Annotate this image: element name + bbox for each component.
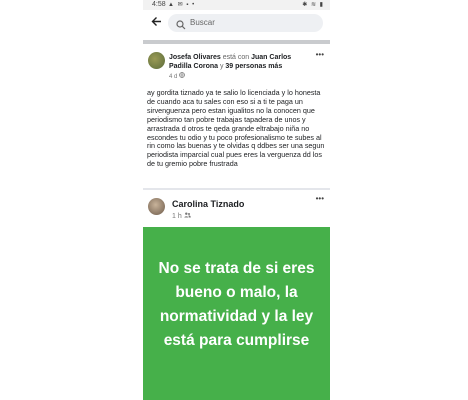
author-name[interactable]: Carolina Tiznado <box>172 199 244 209</box>
top-bar: Buscar <box>143 10 330 36</box>
post-meta: 1 h <box>172 212 191 220</box>
system-icons: ✱ ≋ ▮ <box>302 2 324 8</box>
post-header: Josefa Olivares está con Juan Carlos Pad… <box>169 53 315 71</box>
with-text: está con <box>220 54 252 61</box>
search-input[interactable]: Buscar <box>168 14 323 32</box>
more-options-icon[interactable]: ••• <box>316 50 324 59</box>
post-separator <box>143 188 330 190</box>
post-meta: 4 d <box>169 72 185 80</box>
more-options-icon[interactable]: ••• <box>316 194 324 203</box>
image-text: No se trata de si eres bueno o malo, la … <box>158 260 315 349</box>
status-time: 4:58 <box>152 1 166 8</box>
arrow-left-icon[interactable] <box>151 16 162 29</box>
avatar[interactable] <box>148 52 165 69</box>
author-name[interactable]: Josefa Olivares <box>169 54 221 61</box>
globe-icon <box>179 72 185 80</box>
avatar[interactable] <box>148 198 165 215</box>
others-link[interactable]: 39 personas más <box>225 63 282 70</box>
post-image[interactable]: No se trata de si eres bueno o malo, la … <box>143 227 330 400</box>
post-text: ay gordita tiznado ya te salio lo licenc… <box>147 88 325 169</box>
divider <box>143 40 330 44</box>
phone-screen: 4:58 ▲ ✉ ▪ • ✱ ≋ ▮ Buscar Josefa Olivare… <box>143 0 330 400</box>
post-time[interactable]: 4 d <box>169 74 177 80</box>
search-placeholder: Buscar <box>190 18 215 27</box>
post-time[interactable]: 1 h <box>172 213 182 220</box>
notification-icons: ▲ ✉ ▪ • <box>168 2 196 8</box>
friends-icon <box>183 212 191 220</box>
status-bar: 4:58 ▲ ✉ ▪ • ✱ ≋ ▮ <box>143 0 330 10</box>
search-icon <box>176 17 186 35</box>
